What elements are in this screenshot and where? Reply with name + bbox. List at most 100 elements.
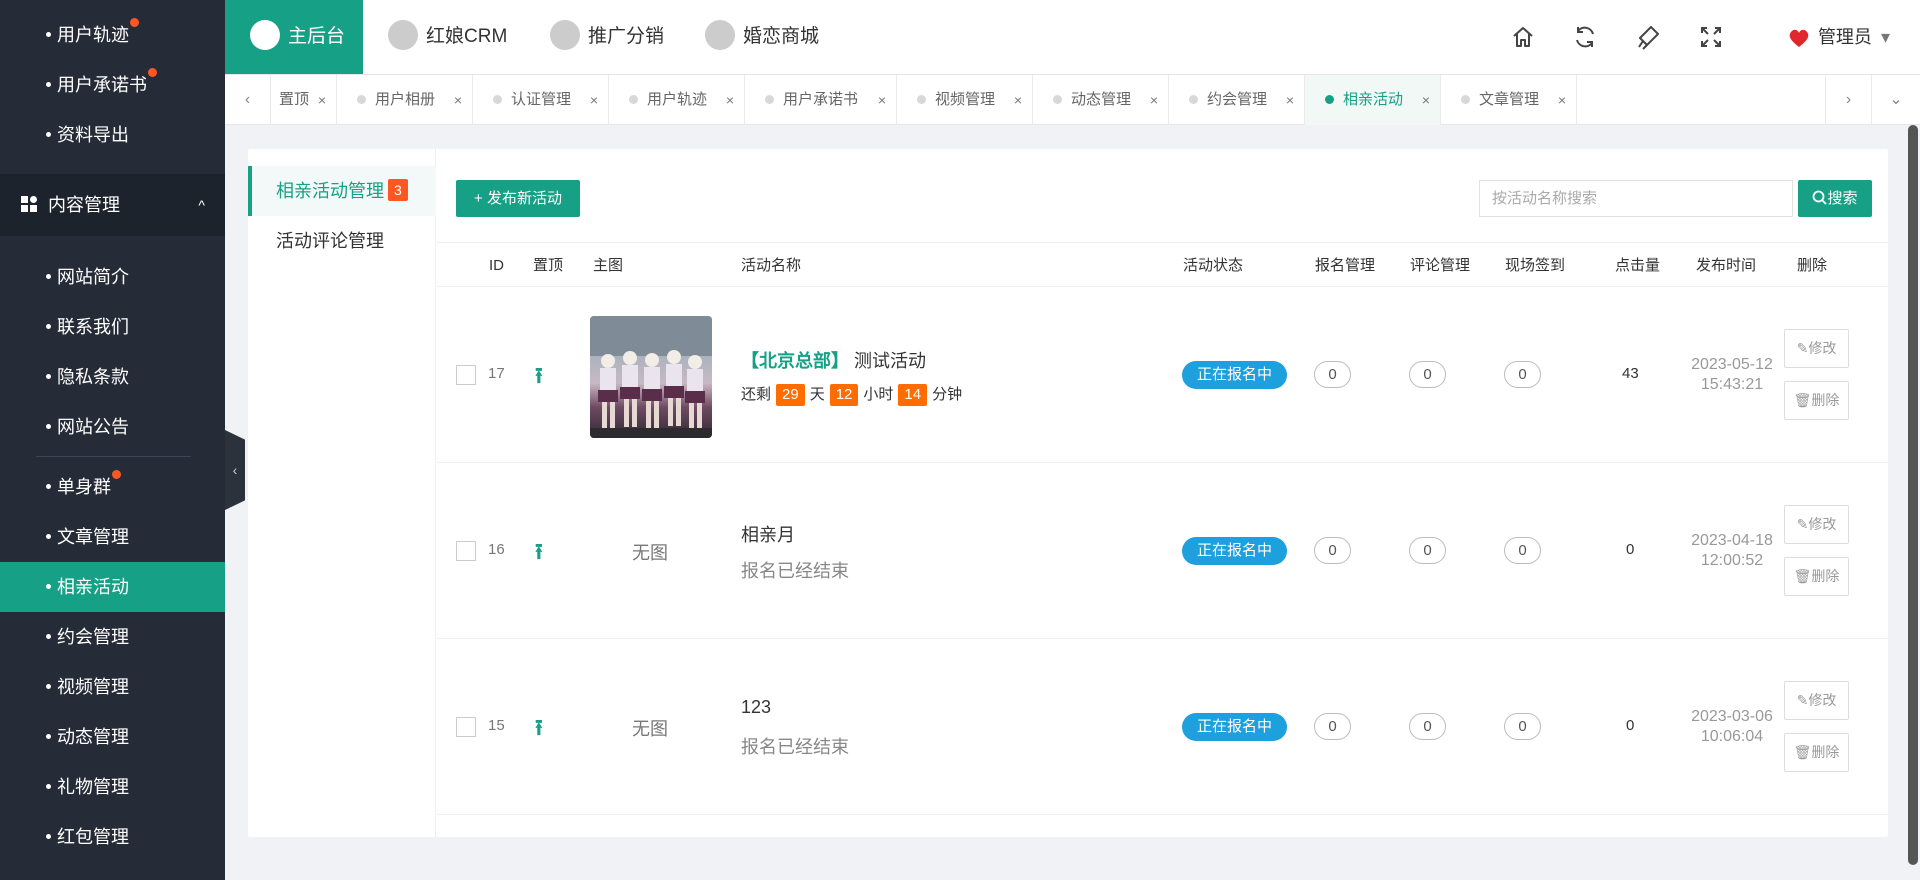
close-icon[interactable]: × — [726, 75, 734, 125]
tab-moments[interactable]: 动态管理 × — [1033, 75, 1169, 125]
checkins-count[interactable]: 0 — [1504, 537, 1541, 564]
comments-count[interactable]: 0 — [1409, 361, 1446, 388]
comments-count[interactable]: 0 — [1409, 713, 1446, 740]
tab-verification[interactable]: 认证管理 × — [473, 75, 609, 125]
comments-count[interactable]: 0 — [1409, 537, 1446, 564]
checkins-count[interactable]: 0 — [1504, 713, 1541, 740]
close-icon[interactable]: × — [318, 75, 326, 125]
edit-button[interactable]: ✎修改 — [1784, 329, 1849, 368]
countdown-minutes: 14 — [898, 384, 928, 406]
edit-button[interactable]: ✎修改 — [1784, 505, 1849, 544]
checkins-count[interactable]: 0 — [1504, 361, 1541, 388]
subnav-item-comment-management[interactable]: 活动评论管理 — [248, 216, 436, 266]
tab-videos[interactable]: 视频管理 × — [897, 75, 1033, 125]
search-input[interactable] — [1479, 180, 1793, 217]
chevron-left-icon: ‹ — [244, 91, 251, 108]
publish-event-button[interactable]: + 发布新活动 — [456, 180, 580, 217]
sidebar-item-announcement[interactable]: 网站公告 — [0, 402, 225, 452]
status-badge[interactable]: 正在报名中 — [1182, 361, 1287, 389]
tab-dot-icon — [1325, 94, 1334, 104]
sidebar-item-moments[interactable]: 动态管理 — [0, 712, 225, 762]
delete-button[interactable]: 🗑删除 — [1784, 733, 1849, 772]
pin-top-icon[interactable]: ⭱ — [535, 711, 543, 749]
admin-menu[interactable]: 管理员 ▾ — [1786, 22, 1890, 52]
tab-articles[interactable]: 文章管理 × — [1441, 75, 1577, 125]
edit-icon: ✎ — [1796, 340, 1809, 356]
sidebar-item-singles-group[interactable]: 单身群 — [0, 462, 225, 512]
tab-user-album[interactable]: 用户相册 × — [337, 75, 473, 125]
close-icon[interactable]: × — [1558, 75, 1566, 125]
sidebar-item-label: 用户承诺书 — [57, 75, 147, 95]
sidebar-item-label: 网站公告 — [57, 417, 129, 437]
sidebar-item-articles[interactable]: 文章管理 — [0, 512, 225, 562]
event-name[interactable]: 相亲月 — [741, 521, 795, 547]
close-icon[interactable]: × — [1014, 75, 1022, 125]
sidebar-collapse-button[interactable]: ‹ — [225, 430, 245, 510]
tab-user-pledge[interactable]: 用户承诺书 × — [745, 75, 897, 125]
search-button[interactable]: 搜索 — [1798, 180, 1872, 217]
sidebar-item-gifts[interactable]: 礼物管理 — [0, 762, 225, 812]
row-checkbox[interactable] — [456, 541, 476, 561]
chevron-left-icon: ‹ — [232, 462, 238, 478]
row-checkbox[interactable] — [456, 365, 476, 385]
tabs-more-button[interactable]: ⌄ — [1871, 75, 1920, 125]
refresh-icon[interactable] — [1570, 22, 1600, 52]
tab-dot-icon — [1189, 94, 1198, 104]
subnav-item-event-management[interactable]: 相亲活动管理 3 — [248, 166, 436, 216]
bullet-icon — [46, 533, 51, 539]
tab-user-track[interactable]: 用户轨迹 × — [609, 75, 745, 125]
tab-dates[interactable]: 约会管理 × — [1169, 75, 1305, 125]
tabs-next-button[interactable]: › — [1825, 75, 1871, 125]
close-icon[interactable]: × — [1150, 75, 1158, 125]
sidebar-item-red-packets[interactable]: 红包管理 — [0, 812, 225, 862]
close-icon[interactable]: × — [878, 75, 886, 125]
delete-button[interactable]: 🗑删除 — [1784, 381, 1849, 420]
column-header: 置顶 — [533, 257, 564, 274]
status-badge[interactable]: 正在报名中 — [1182, 537, 1287, 565]
tab-dot-icon — [1053, 94, 1062, 104]
signups-count[interactable]: 0 — [1314, 537, 1351, 564]
row-id: 16 — [488, 541, 505, 558]
sidebar-item-privacy[interactable]: 隐私条款 — [0, 352, 225, 402]
signups-count[interactable]: 0 — [1314, 713, 1351, 740]
status-badge[interactable]: 正在报名中 — [1182, 713, 1287, 741]
sidebar-item-user-track[interactable]: 用户轨迹 — [0, 10, 225, 60]
delete-button[interactable]: 🗑删除 — [1784, 557, 1849, 596]
close-icon[interactable]: × — [590, 75, 598, 125]
close-icon[interactable]: × — [1422, 75, 1430, 125]
signups-count[interactable]: 0 — [1314, 361, 1351, 388]
column-header: 删除 — [1797, 257, 1828, 274]
avatar — [1789, 30, 1809, 48]
event-location-prefix: 【北京总部】 — [741, 351, 849, 371]
sidebar-item-dating-events[interactable]: 相亲活动 — [0, 562, 225, 612]
sidebar-item-user-pledge[interactable]: 用户承诺书 — [0, 60, 225, 110]
event-name[interactable]: 123 — [741, 697, 771, 718]
home-icon[interactable] — [1508, 22, 1538, 52]
clear-cache-icon[interactable] — [1633, 22, 1663, 52]
top-tab-main-admin[interactable]: 主后台 — [225, 0, 363, 74]
top-tab-mall[interactable]: 婚恋商城 — [705, 0, 819, 74]
tab-pinned[interactable]: 置顶 × — [271, 75, 337, 125]
sidebar-item-data-export[interactable]: 资料导出 — [0, 110, 225, 160]
sidebar-item-site-intro[interactable]: 网站简介 — [0, 252, 225, 302]
top-tab-matchmaker-crm[interactable]: 红娘CRM — [388, 0, 507, 74]
sidebar-section-content-management[interactable]: 内容管理 ^ — [0, 174, 225, 236]
close-icon[interactable]: × — [1286, 75, 1294, 125]
pin-top-icon[interactable]: ⭱ — [535, 359, 543, 397]
tabs-prev-button[interactable]: ‹ — [225, 75, 271, 125]
close-icon[interactable]: × — [454, 75, 462, 125]
row-checkbox[interactable] — [456, 717, 476, 737]
event-main-image[interactable] — [590, 316, 712, 438]
publish-time: 2023-03-06 10:06:04 — [1682, 707, 1782, 747]
sidebar-section-label: 内容管理 — [48, 195, 120, 215]
sidebar-item-videos[interactable]: 视频管理 — [0, 662, 225, 712]
event-name[interactable]: 【北京总部】 测试活动 — [741, 347, 926, 373]
fullscreen-icon[interactable] — [1696, 22, 1726, 52]
top-tab-promotion[interactable]: 推广分销 — [550, 0, 664, 74]
sidebar-item-dates[interactable]: 约会管理 — [0, 612, 225, 662]
pin-top-icon[interactable]: ⭱ — [535, 535, 543, 573]
sidebar-item-contact-us[interactable]: 联系我们 — [0, 302, 225, 352]
page-scrollbar[interactable] — [1908, 125, 1918, 865]
edit-button[interactable]: ✎修改 — [1784, 681, 1849, 720]
tab-dating-events[interactable]: 相亲活动 × — [1305, 75, 1441, 125]
